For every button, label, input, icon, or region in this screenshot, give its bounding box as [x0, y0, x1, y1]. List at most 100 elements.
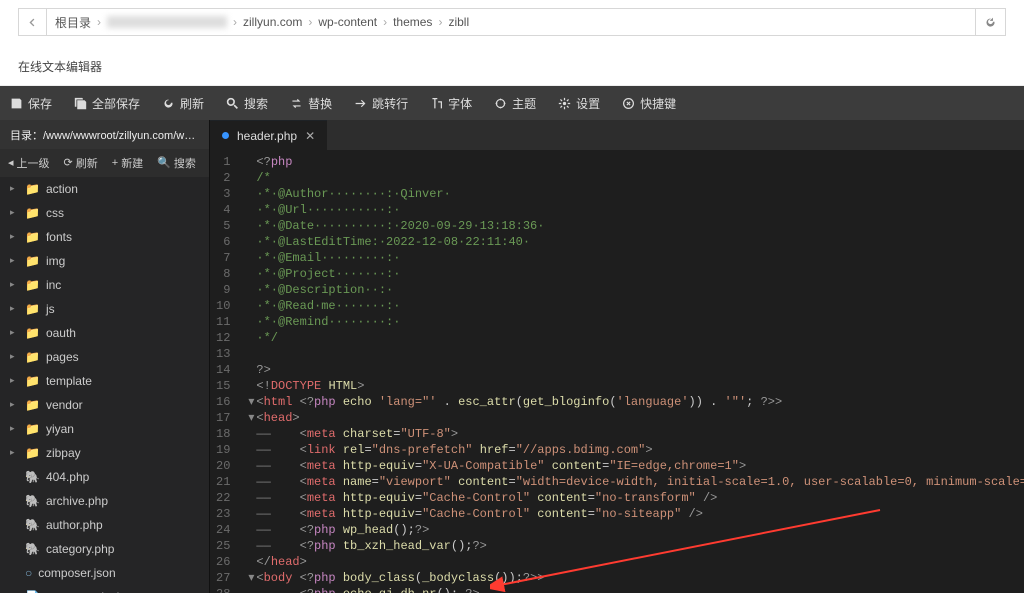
chevron-right-icon: ▸	[10, 279, 19, 290]
folder-label: css	[46, 206, 64, 220]
search-label: 搜索	[244, 95, 268, 112]
goto-button[interactable]: 跳转行	[354, 95, 408, 112]
code-lines[interactable]: <?php /* ·*·@Author········:·Qinver· ·*·…	[240, 150, 1024, 593]
file-label: composer.json	[38, 566, 115, 580]
folder-item[interactable]: ▸ 📁 pages	[0, 345, 209, 369]
sidebar-new-label: 新建	[121, 155, 143, 171]
folder-icon: 📁	[25, 446, 40, 460]
breadcrumb-item[interactable]: wp-content	[318, 15, 377, 29]
breadcrumb-item[interactable]: themes	[393, 15, 432, 29]
file-icon: ○	[25, 566, 32, 580]
file-item[interactable]: 🐘author.php	[0, 513, 209, 537]
folder-item[interactable]: ▸ 📁 vendor	[0, 393, 209, 417]
tab-modified-dot-icon	[222, 132, 229, 139]
folder-item[interactable]: ▸ 📁 img	[0, 249, 209, 273]
settings-label: 设置	[576, 95, 600, 112]
file-item[interactable]: 📄 composer.lock	[0, 585, 209, 593]
folder-icon: 📁	[25, 350, 40, 364]
file-item[interactable]: 🐘archive.php	[0, 489, 209, 513]
chevron-right-icon: ▸	[10, 255, 19, 266]
folder-icon: 📁	[25, 422, 40, 436]
theme-label: 主题	[512, 95, 536, 112]
replace-label: 替换	[308, 95, 332, 112]
folder-item[interactable]: ▸📁oauth	[0, 321, 209, 345]
folder-label: pages	[46, 350, 79, 364]
sidebar-path: 目录：/www/wwwroot/zillyun.com/wp...	[0, 120, 209, 149]
folder-label: vendor	[46, 398, 83, 412]
folder-item[interactable]: ▸📁css	[0, 201, 209, 225]
chevron-right-icon: ▸	[10, 351, 19, 362]
sidebar-new-button[interactable]: + 新建	[112, 155, 143, 171]
file-item[interactable]: ○ composer.json	[0, 561, 209, 585]
file-label: category.php	[46, 542, 115, 556]
code-editor: header.php ✕ 123456789101112131415161718…	[210, 120, 1024, 593]
settings-button[interactable]: 设置	[558, 95, 600, 112]
shortcuts-label: 快捷键	[640, 95, 676, 112]
folder-icon: 📁	[25, 326, 40, 340]
theme-button[interactable]: 主题	[494, 95, 536, 112]
panel-title: 在线文本编辑器	[0, 44, 1024, 86]
tab-close-button[interactable]: ✕	[305, 129, 315, 143]
breadcrumb-root[interactable]: 根目录	[55, 14, 91, 31]
breadcrumb: 根目录 › › zillyun.com › wp-content › theme…	[18, 8, 1006, 36]
folder-item[interactable]: ▸ 📁 fonts	[0, 225, 209, 249]
file-icon: 📄	[25, 590, 40, 593]
sidebar-up-button[interactable]: ◂ 上一级	[8, 155, 50, 171]
folder-item[interactable]: ▸📁template	[0, 369, 209, 393]
code-area[interactable]: 1234567891011121314151617181920212223242…	[210, 150, 1024, 593]
replace-button[interactable]: 替换	[290, 95, 332, 112]
folder-label: inc	[46, 278, 61, 292]
file-label: composer.lock	[46, 590, 123, 593]
search-button[interactable]: 搜索	[226, 95, 268, 112]
tab-label: header.php	[237, 129, 297, 143]
font-label: 字体	[448, 95, 472, 112]
breadcrumb-item[interactable]: zillyun.com	[243, 15, 302, 29]
file-icon: 🐘	[25, 542, 40, 556]
chevron-right-icon: ▸	[10, 303, 19, 314]
folder-item[interactable]: ▸📁action	[0, 177, 209, 201]
breadcrumb-back-button[interactable]	[19, 9, 47, 35]
save-all-button[interactable]: 全部保存	[74, 95, 140, 112]
file-item[interactable]: 🐘404.php	[0, 465, 209, 489]
folder-label: fonts	[46, 230, 72, 244]
file-item[interactable]: 🐘 category.php	[0, 537, 209, 561]
goto-label: 跳转行	[372, 95, 408, 112]
breadcrumb-item[interactable]: zibll	[448, 15, 469, 29]
folder-icon: 📁	[25, 182, 40, 196]
chevron-right-icon: ›	[308, 15, 312, 29]
folder-icon: 📁	[25, 398, 40, 412]
save-label: 保存	[28, 95, 52, 112]
folder-item[interactable]: ▸📁zibpay	[0, 441, 209, 465]
folder-label: yiyan	[46, 422, 74, 436]
font-button[interactable]: 字体	[430, 95, 472, 112]
breadcrumb-refresh-button[interactable]	[975, 9, 1005, 35]
sidebar-refresh-label: 刷新	[76, 155, 98, 171]
folder-icon: 📁	[25, 302, 40, 316]
sidebar-up-label: 上一级	[17, 155, 50, 171]
chevron-right-icon: ›	[97, 15, 101, 29]
line-number-gutter: 1234567891011121314151617181920212223242…	[210, 150, 240, 593]
file-label: author.php	[46, 518, 103, 532]
folder-icon: 📁	[25, 254, 40, 268]
sidebar-search-label: 搜索	[174, 155, 196, 171]
editor-tabs: header.php ✕	[210, 120, 1024, 150]
folder-item[interactable]: ▸📁yiyan	[0, 417, 209, 441]
folder-icon: 📁	[25, 374, 40, 388]
file-label: archive.php	[46, 494, 108, 508]
file-icon: 🐘	[25, 470, 40, 484]
shortcuts-button[interactable]: 快捷键	[622, 95, 676, 112]
folder-label: img	[46, 254, 65, 268]
refresh-button[interactable]: 刷新	[162, 95, 204, 112]
sidebar-search-button[interactable]: 🔍 搜索	[157, 155, 196, 171]
chevron-right-icon: ▸	[10, 231, 19, 242]
chevron-right-icon: ›	[383, 15, 387, 29]
refresh-label: 刷新	[180, 95, 204, 112]
breadcrumb-item-redacted	[107, 16, 227, 28]
save-button[interactable]: 保存	[10, 95, 52, 112]
folder-item[interactable]: ▸📁js	[0, 297, 209, 321]
folder-item[interactable]: ▸📁inc	[0, 273, 209, 297]
folder-icon: 📁	[25, 230, 40, 244]
tab-header-php[interactable]: header.php ✕	[210, 120, 327, 150]
sidebar-refresh-button[interactable]: ⟳ 刷新	[64, 155, 98, 171]
chevron-right-icon: ▸	[10, 399, 19, 410]
